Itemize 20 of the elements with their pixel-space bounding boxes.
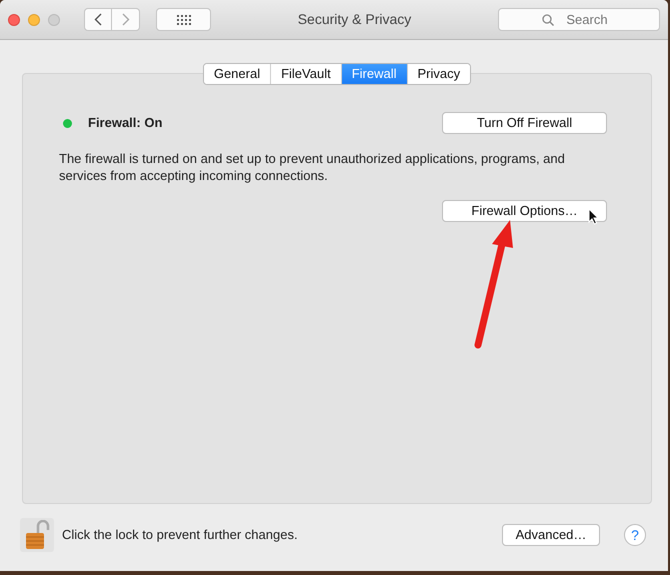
minimize-button[interactable] — [28, 14, 40, 26]
search-icon — [542, 14, 554, 26]
firewall-options-button[interactable]: Firewall Options… — [442, 200, 607, 222]
window-title: Security & Privacy — [296, 10, 412, 29]
lock-message: Click the lock to prevent further changes. — [62, 526, 298, 544]
cursor-icon — [588, 208, 600, 225]
show-all-button[interactable] — [156, 8, 211, 31]
close-button[interactable] — [8, 14, 20, 26]
search-field[interactable]: Search — [498, 8, 660, 31]
turn-off-firewall-button[interactable]: Turn Off Firewall — [442, 112, 607, 134]
chevron-right-icon — [122, 13, 130, 26]
firewall-status: Firewall: On — [88, 114, 162, 132]
tab[interactable]: Privacy — [406, 64, 470, 84]
help-button[interactable]: ? — [624, 524, 646, 546]
back-button[interactable] — [84, 8, 112, 31]
lock-icon[interactable] — [20, 518, 54, 552]
advanced-button[interactable]: Advanced… — [502, 524, 600, 546]
grid-icon — [176, 14, 190, 24]
chevron-left-icon — [94, 13, 102, 26]
description-text: The firewall is turned on and set up to prevent unauthorized applications, programs, and services from accepting incoming connections. — [59, 150, 566, 184]
